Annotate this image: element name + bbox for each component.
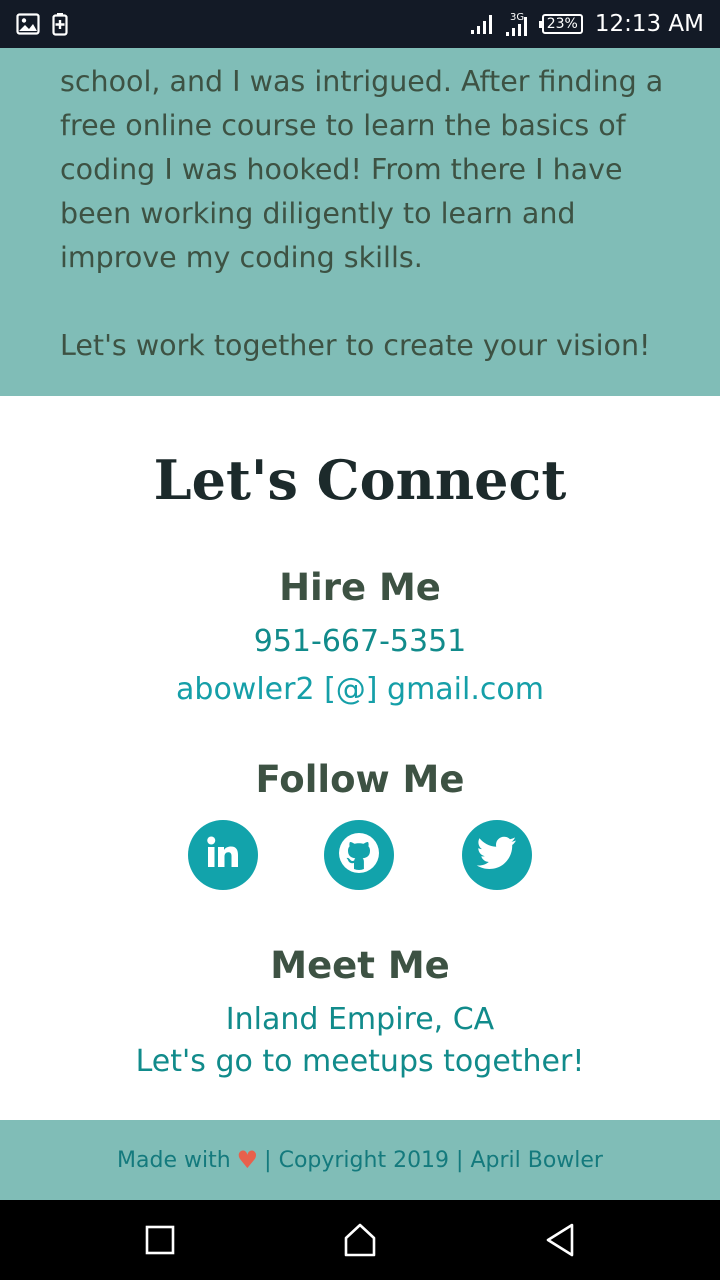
- recents-button[interactable]: [140, 1220, 180, 1260]
- status-left: [16, 12, 68, 36]
- status-clock: 12:13 AM: [594, 11, 704, 37]
- phone-link[interactable]: 951-667-5351: [0, 624, 720, 659]
- battery-icon: 23%: [538, 14, 583, 34]
- about-section: school, and I was intrigued. After findi…: [0, 48, 720, 396]
- home-icon: [344, 1223, 376, 1257]
- email-link[interactable]: abowler2 [@] gmail.com: [0, 672, 720, 707]
- hire-heading: Hire Me: [279, 566, 441, 609]
- status-bar: 3G 23% 12:13 AM: [0, 0, 720, 48]
- back-icon: [546, 1223, 574, 1257]
- about-line: improve my coding skills.: [60, 241, 423, 274]
- about-cta: Let's work together to create your visio…: [60, 329, 651, 362]
- meet-heading: Meet Me: [270, 944, 450, 987]
- heart-icon: ♥: [236, 1146, 259, 1174]
- footer-made-with: Made with: [117, 1147, 231, 1173]
- twitter-link[interactable]: [462, 820, 532, 890]
- recents-icon: [145, 1225, 175, 1255]
- footer: Made with ♥ | Copyright 2019 | April Bow…: [0, 1120, 720, 1200]
- twitter-icon: [475, 833, 519, 878]
- follow-heading: Follow Me: [255, 758, 465, 801]
- about-line: coding I was hooked! From there I have: [60, 153, 623, 186]
- meet-tagline: Let's go to meetups together!: [135, 1044, 585, 1079]
- about-line: been working diligently to learn and: [60, 197, 576, 230]
- svg-text:3G: 3G: [510, 12, 524, 23]
- status-right: 3G 23% 12:13 AM: [470, 11, 704, 37]
- about-line: school, and I was intrigued. After findi…: [60, 65, 664, 98]
- home-button[interactable]: [340, 1220, 380, 1260]
- linkedin-link[interactable]: [188, 820, 258, 890]
- back-button[interactable]: [540, 1220, 580, 1260]
- about-paragraph: school, and I was intrigued. After findi…: [60, 60, 670, 280]
- about-line: free online course to learn the basics o…: [60, 109, 626, 142]
- github-link[interactable]: [324, 820, 394, 890]
- meet-location: Inland Empire, CA: [225, 1002, 495, 1037]
- battery-saver-icon: [52, 12, 68, 36]
- linkedin-icon: [203, 833, 243, 878]
- image-icon: [16, 13, 40, 35]
- signal-icon: [470, 13, 496, 35]
- navigation-bar: [0, 1200, 720, 1280]
- connect-title: Let's Connect: [153, 448, 567, 512]
- github-icon: [337, 831, 381, 880]
- signal-3g-icon: 3G: [504, 11, 534, 37]
- social-links: [0, 820, 720, 890]
- footer-copyright: | Copyright 2019 | April Bowler: [264, 1147, 603, 1173]
